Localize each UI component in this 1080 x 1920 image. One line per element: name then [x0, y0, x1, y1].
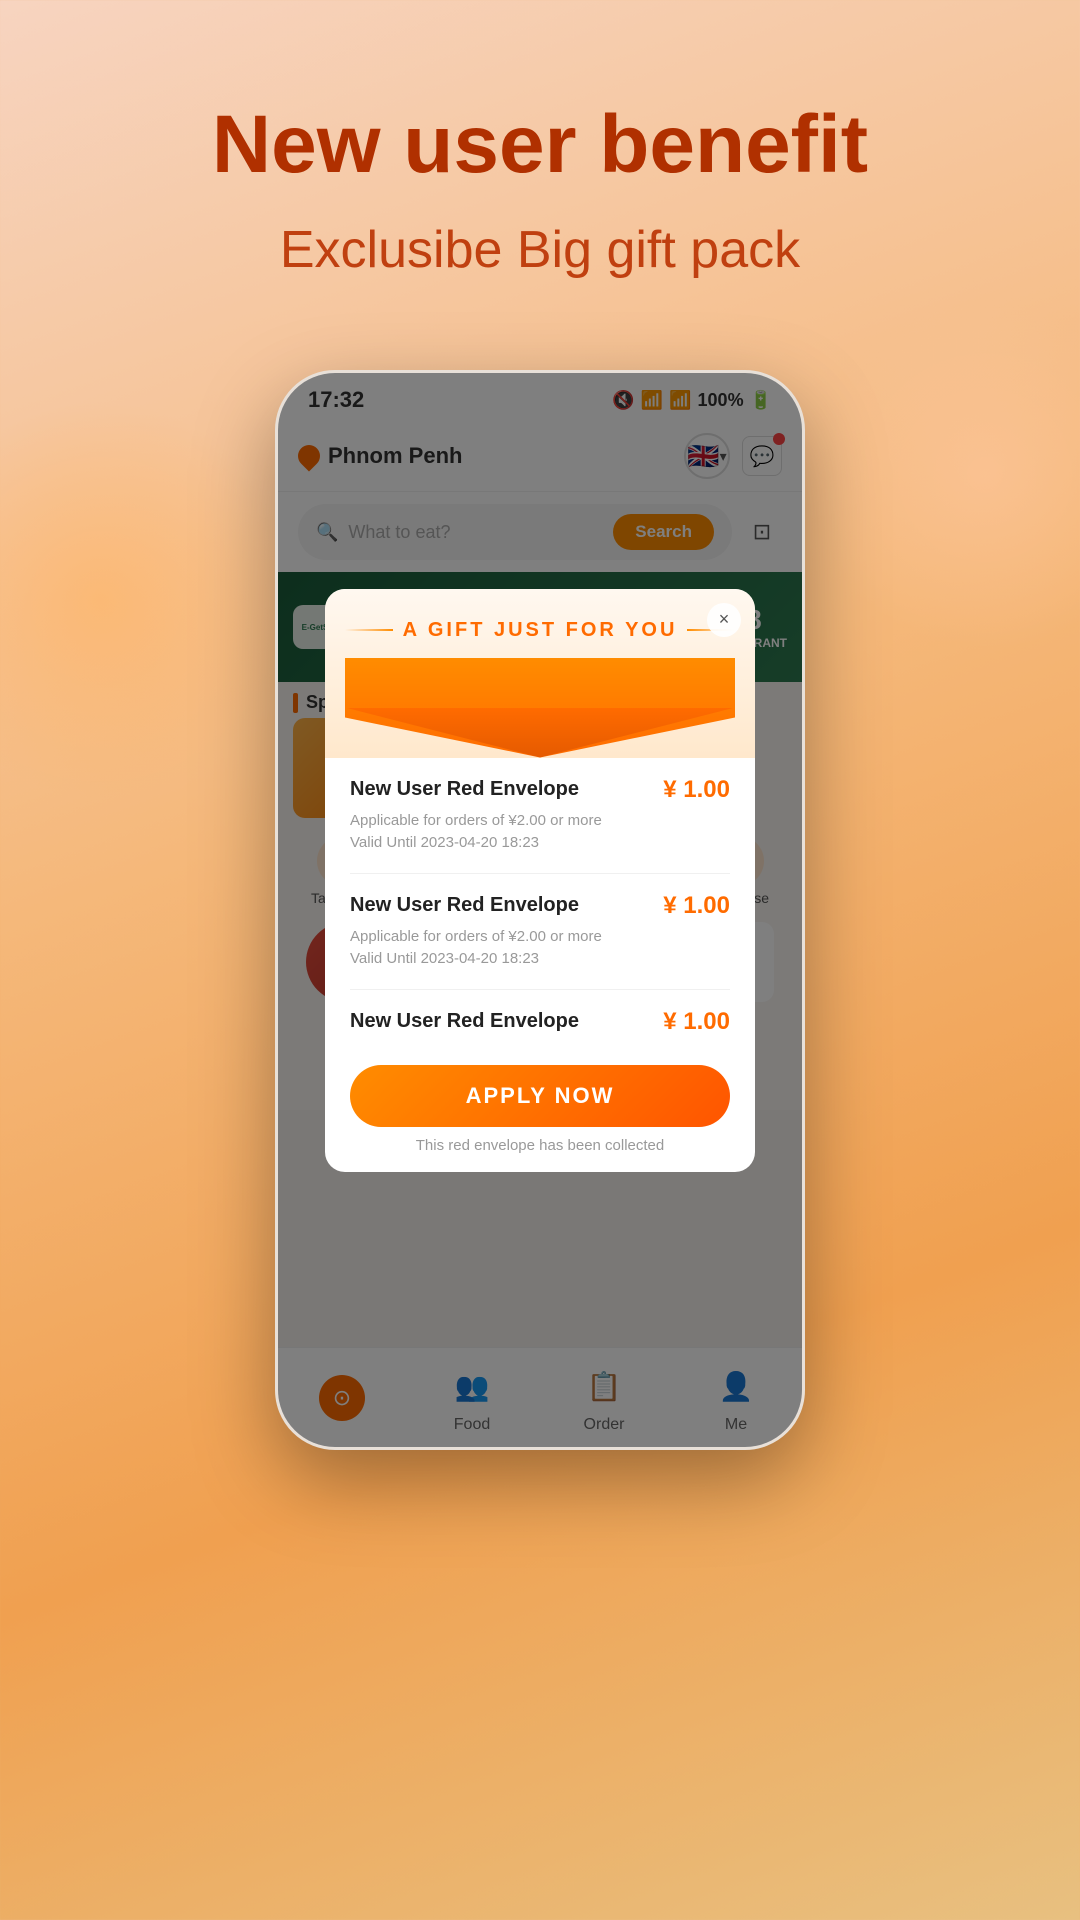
coupon-2-name: New User Red Envelope [350, 894, 579, 917]
coupon-list: New User Red Envelope ¥ 1.00 Applicable … [325, 758, 755, 1060]
coupon-item-1: New User Red Envelope ¥ 1.00 Applicable … [350, 758, 730, 874]
coupon-1-amount: ¥ 1.00 [663, 776, 730, 804]
modal-overlay: × A GIFT JUST FOR YOU [278, 373, 802, 1447]
envelope-top: A GIFT JUST FOR YOU [325, 589, 755, 758]
coupon-2-desc: Applicable for orders of ¥2.00 or more V… [350, 926, 730, 971]
coupon-3-amount: ¥ 1.00 [663, 1008, 730, 1036]
phone-shell: 17:32 🔇 📶 📶 100% 🔋 Phnom Penh 🇬🇧 ▾ [275, 370, 805, 1450]
coupon-1-name: New User Red Envelope [350, 778, 579, 801]
bg-blob-left [0, 400, 300, 800]
coupon-row-2: New User Red Envelope ¥ 1.00 [350, 892, 730, 920]
flap-inner [345, 708, 735, 758]
modal-close-button[interactable]: × [707, 603, 741, 637]
coupon-row-3: New User Red Envelope ¥ 1.00 [350, 1008, 730, 1036]
coupon-item-2: New User Red Envelope ¥ 1.00 Applicable … [350, 874, 730, 990]
coupon-2-amount: ¥ 1.00 [663, 892, 730, 920]
main-title: New user benefit [0, 100, 1080, 190]
coupon-3-name: New User Red Envelope [350, 1010, 579, 1033]
collect-note: This red envelope has been collected [325, 1127, 755, 1172]
envelope-flap [345, 658, 735, 758]
coupon-1-desc-line2: Valid Until 2023-04-20 18:23 [350, 832, 730, 855]
coupon-1-desc: Applicable for orders of ¥2.00 or more V… [350, 810, 730, 855]
apply-now-button[interactable]: APPLY NOW [350, 1065, 730, 1127]
coupon-row-1: New User Red Envelope ¥ 1.00 [350, 776, 730, 804]
gift-title: A GIFT JUST FOR YOU [403, 619, 678, 642]
gift-text-bar: A GIFT JUST FOR YOU [345, 619, 735, 642]
phone-wrapper: 17:32 🔇 📶 📶 100% 🔋 Phnom Penh 🇬🇧 ▾ [275, 370, 805, 1450]
coupon-item-3: New User Red Envelope ¥ 1.00 [350, 990, 730, 1060]
sub-title: Exclusibe Big gift pack [0, 220, 1080, 280]
coupon-2-desc-line2: Valid Until 2023-04-20 18:23 [350, 948, 730, 971]
dash-left [345, 629, 393, 631]
page-header: New user benefit Exclusibe Big gift pack [0, 0, 1080, 280]
gift-modal: × A GIFT JUST FOR YOU [325, 589, 755, 1172]
coupon-2-desc-line1: Applicable for orders of ¥2.00 or more [350, 926, 730, 949]
bg-blob-right [810, 300, 1080, 650]
coupon-1-desc-line1: Applicable for orders of ¥2.00 or more [350, 810, 730, 833]
